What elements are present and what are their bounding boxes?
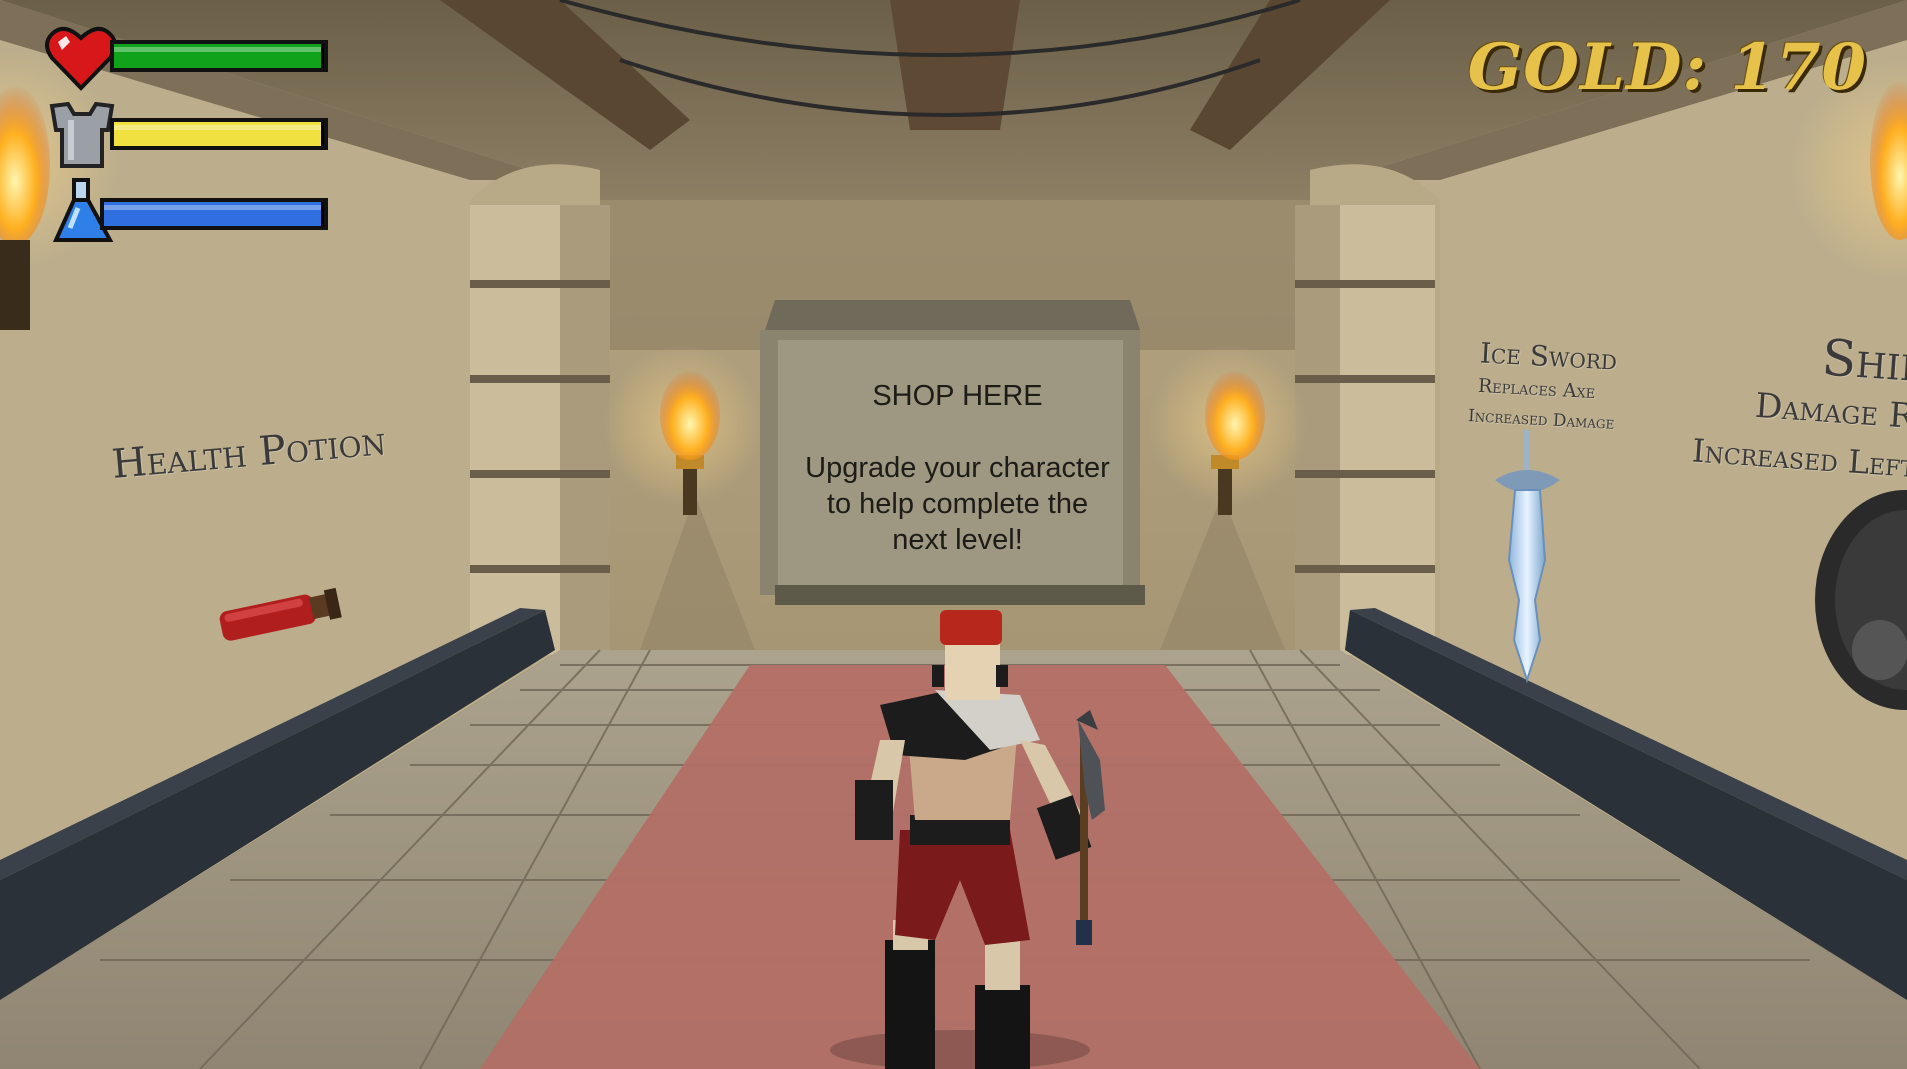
sign-line-3: next level! [892, 524, 1023, 556]
health-bar [110, 40, 328, 72]
chestplate-icon [46, 100, 118, 170]
health-bar-fill [114, 44, 324, 68]
sign-line-2: to help complete the [826, 488, 1089, 520]
armor-bar [110, 118, 328, 150]
sign-title: SHOP HERE [872, 380, 1043, 412]
mana-bar-fill [104, 202, 324, 226]
gold-counter: GOLD: 170 [1467, 30, 1867, 105]
sign-line-1: Upgrade your character [805, 452, 1110, 484]
ice-sword-label: Ice Sword [1479, 336, 1618, 377]
shield-label: Shie [1820, 328, 1907, 394]
armor-bar-fill [114, 122, 324, 146]
mana-bar [100, 198, 328, 230]
heart-icon [44, 24, 118, 92]
